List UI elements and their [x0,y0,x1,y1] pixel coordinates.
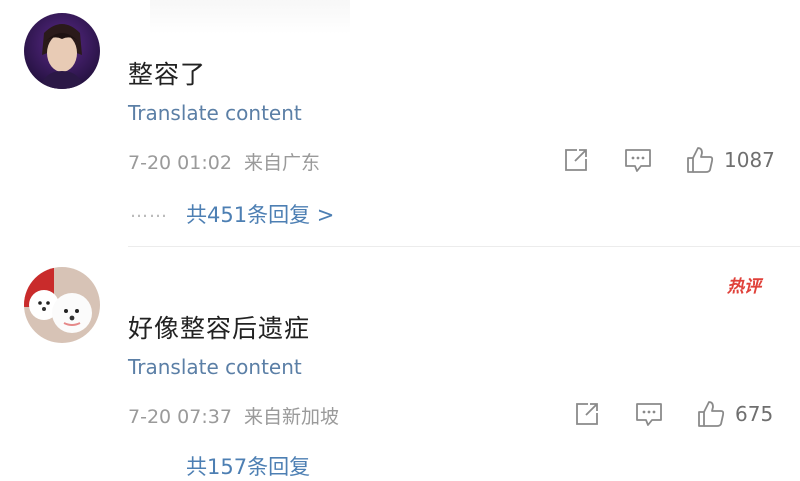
translate-content-link[interactable]: Translate content [128,355,302,379]
comment-meta: 7-20 01:02 来自广东 [128,148,320,175]
replies-ellipsis: …… [130,201,168,222]
like-icon [687,147,714,173]
view-replies-link[interactable]: 共451条回复 > [186,199,334,229]
translate-content-link[interactable]: Translate content [128,101,302,125]
comment-icon [636,403,662,426]
comment-location: 来自广东 [243,152,320,174]
comment-divider [128,246,800,247]
hot-comment-badge: 热评 [727,277,761,297]
avatar[interactable] [24,267,100,343]
view-replies-link[interactable]: 共157条回复 [186,451,310,481]
like-count: 1087 [724,148,775,172]
comment-timestamp: 7-20 01:02 [128,152,232,174]
share-button[interactable] [563,147,589,173]
comment-icon [625,149,651,172]
avatar[interactable] [24,13,100,89]
like-icon [698,401,725,427]
share-icon [576,403,598,425]
comment-text: 整容了 [128,60,207,89]
like-button[interactable]: 1087 [685,145,775,175]
like-count: 675 [735,402,774,426]
share-button[interactable] [574,401,600,427]
comment-timestamp: 7-20 07:37 [128,406,232,428]
comment-meta: 7-20 07:37 来自新加坡 [128,402,339,429]
cropped-previous-content [150,0,350,34]
comment-button[interactable] [635,401,663,427]
comment-button[interactable] [624,147,652,173]
like-button[interactable]: 675 [696,399,773,429]
comment-text: 好像整容后遗症 [128,314,311,343]
share-icon [565,149,587,171]
comment-location: 来自新加坡 [243,406,339,428]
